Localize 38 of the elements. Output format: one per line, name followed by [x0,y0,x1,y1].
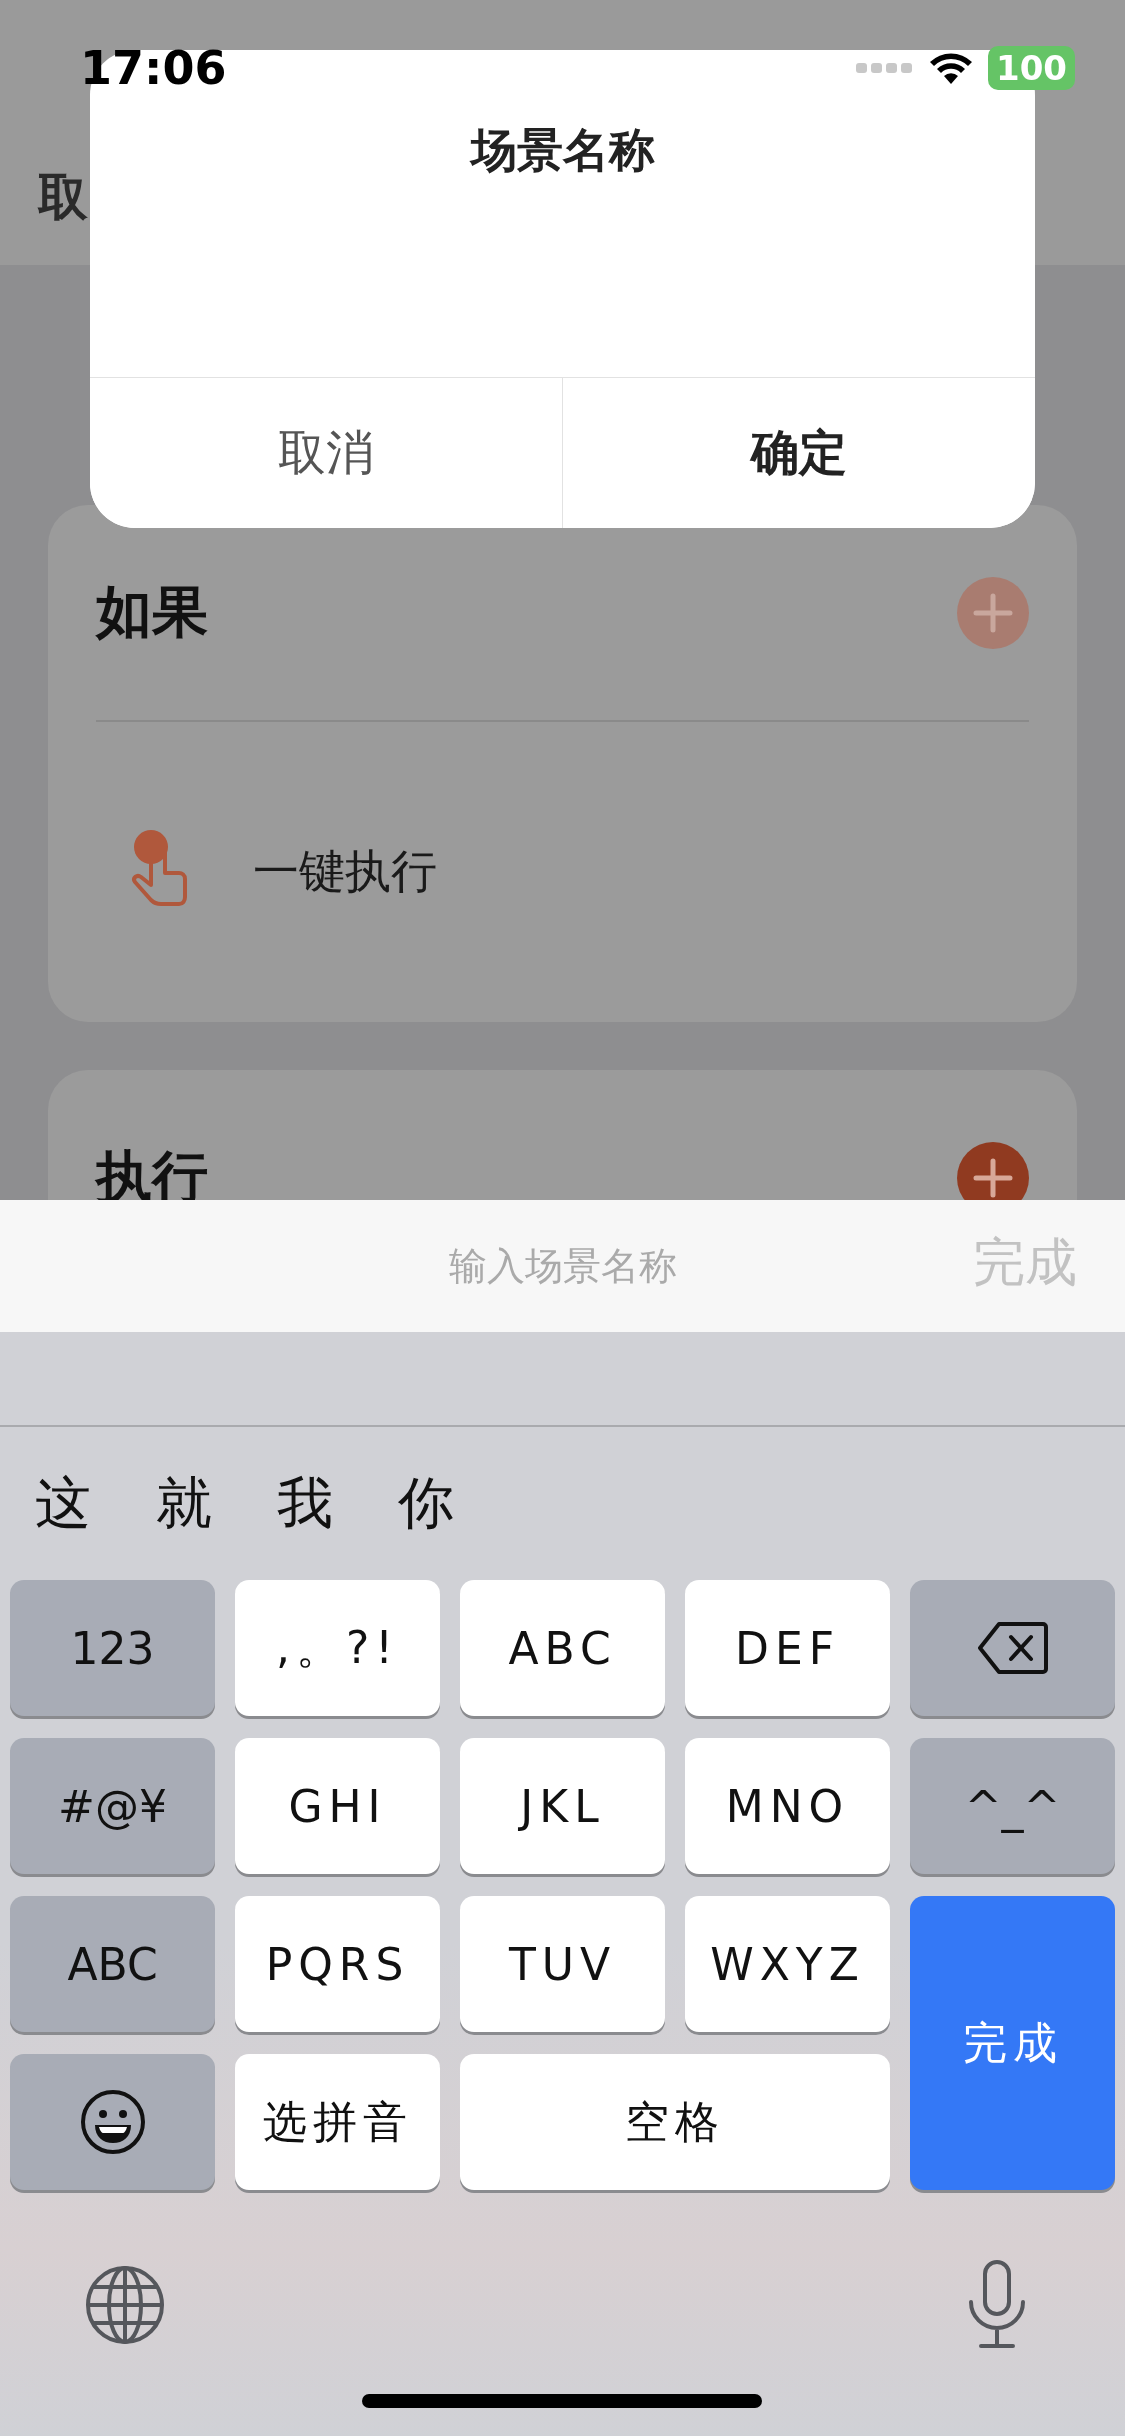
space-key[interactable]: 空格 [460,2054,890,2190]
keyboard-key[interactable]: PQRS [235,1896,440,2032]
keyboard-key[interactable]: ^_^ [910,1738,1115,1874]
keyboard-key[interactable]: WXYZ [685,1896,890,2032]
keyboard-key[interactable]: ,。?! [235,1580,440,1716]
microphone-icon[interactable] [967,2260,1027,2350]
keyboard-key[interactable]: DEF [685,1580,890,1716]
candidate-word[interactable]: 这 [35,1465,91,1542]
plus-icon [973,1157,1013,1198]
status-time: 17:06 [80,41,227,95]
candidate-word[interactable]: 我 [277,1465,333,1542]
plus-icon [973,592,1013,633]
keyboard-key[interactable]: 选拼音 [235,2054,440,2190]
battery-level: 100 [988,46,1075,90]
section-title: 如果 [96,577,208,646]
confirm-button[interactable]: 确定 [562,378,1035,528]
wifi-icon [928,50,974,86]
trigger-label: 一键执行 [253,843,437,900]
delete-icon [976,1620,1049,1676]
candidate-word[interactable]: 就 [156,1465,212,1542]
keyboard-key[interactable]: #@¥ [10,1738,215,1874]
keyboard-key[interactable]: TUV [460,1896,665,2032]
dialog-title: 场景名称 [470,122,655,179]
signal-icon [856,61,914,75]
keyboard-key[interactable]: MNO [685,1738,890,1874]
done-key[interactable]: 完成 [910,1896,1115,2190]
keyboard-key[interactable]: ABC [460,1580,665,1716]
keyboard-key[interactable]: ABC [10,1896,215,2032]
delete-key[interactable] [910,1580,1115,1716]
globe-icon[interactable] [85,2265,165,2345]
keyboard-key[interactable]: 123 [10,1580,215,1716]
name-input-field[interactable]: 输入场景名称 [280,1243,845,1289]
cancel-link[interactable]: 取 [38,164,88,231]
candidate-word[interactable]: 你 [398,1465,454,1542]
keyboard-key[interactable]: JKL [460,1738,665,1874]
emoji-icon [79,2089,146,2155]
keyboard-key[interactable]: GHI [235,1738,440,1874]
emoji-key[interactable] [10,2054,215,2190]
